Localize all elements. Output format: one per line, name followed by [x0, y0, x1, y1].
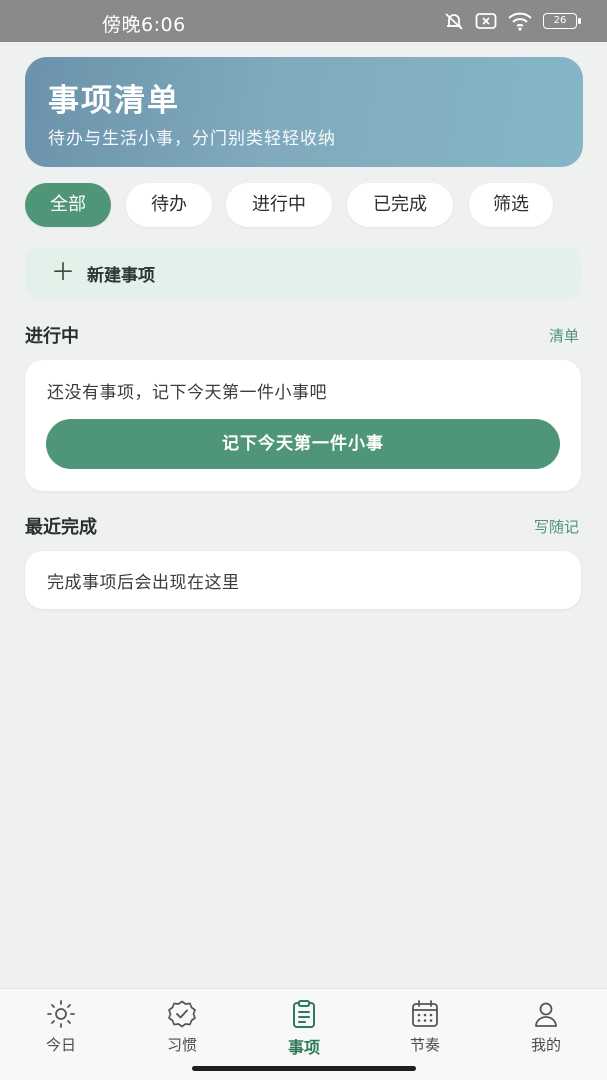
recent-done-card: 完成事项后会出现在这里: [25, 551, 581, 609]
filter-chip-in-progress[interactable]: 进行中: [226, 183, 332, 227]
header-card: 事项清单 待办与生活小事，分门别类轻轻收纳: [25, 57, 583, 167]
nav-label-rhythm: 节奏: [409, 1036, 440, 1054]
filter-chip-filter[interactable]: 筛选: [469, 183, 553, 227]
status-time: 傍晚6:06: [102, 14, 186, 36]
nav-item-items[interactable]: 事项: [264, 999, 344, 1058]
write-note-link[interactable]: 写随记: [534, 516, 579, 537]
page: 傍晚6:06 26 事项清单 待办与生活小事，分门别类轻轻收纳 全部 待办 进行…: [0, 0, 607, 1080]
new-item-button[interactable]: ＋ 新建事项: [25, 247, 581, 299]
page-subtitle: 待办与生活小事，分门别类轻轻收纳: [48, 129, 336, 149]
filter-chip-done[interactable]: 已完成: [347, 183, 453, 227]
new-item-label: 新建事项: [87, 266, 155, 286]
page-title: 事项清单: [48, 83, 180, 119]
filter-chip-all[interactable]: 全部: [25, 183, 111, 227]
sim-x-icon: [475, 13, 497, 29]
nav-item-today[interactable]: 今日: [21, 999, 101, 1055]
battery-icon: 26: [543, 13, 581, 29]
filter-chip-todo[interactable]: 待办: [126, 183, 212, 227]
user-icon: [535, 1002, 557, 1027]
home-indicator[interactable]: [192, 1066, 416, 1071]
wifi-icon: [508, 12, 532, 31]
calendar-icon: [412, 1000, 438, 1027]
nav-label-items: 事项: [287, 1038, 320, 1057]
section-title-in-progress: 进行中: [25, 326, 79, 347]
add-first-item-button[interactable]: 记下今天第一件小事: [46, 419, 560, 469]
empty-state-text: 还没有事项，记下今天第一件小事吧: [47, 383, 327, 403]
check-badge-icon: [168, 1000, 196, 1028]
nav-item-me[interactable]: 我的: [506, 999, 586, 1055]
list-link[interactable]: 清单: [549, 325, 579, 346]
bell-muted-icon: [445, 13, 463, 30]
nav-item-rhythm[interactable]: 节奏: [385, 999, 465, 1055]
status-icons: 26: [443, 11, 581, 31]
in-progress-card: 还没有事项，记下今天第一件小事吧 记下今天第一件小事: [25, 360, 581, 491]
nav-label-habits: 习惯: [166, 1036, 197, 1054]
recent-done-empty-text: 完成事项后会出现在这里: [47, 573, 240, 593]
nav-label-me: 我的: [530, 1036, 561, 1054]
filter-chips: 全部 待办 进行中 已完成 筛选: [25, 183, 585, 227]
nav-item-habits[interactable]: 习惯: [142, 999, 222, 1055]
section-title-recent-done: 最近完成: [25, 517, 97, 538]
status-bar: 傍晚6:06 26: [0, 0, 607, 42]
sun-icon: [47, 1000, 75, 1028]
clipboard-icon: [293, 1000, 315, 1028]
plus-icon: ＋: [51, 258, 75, 286]
nav-label-today: 今日: [45, 1036, 76, 1054]
